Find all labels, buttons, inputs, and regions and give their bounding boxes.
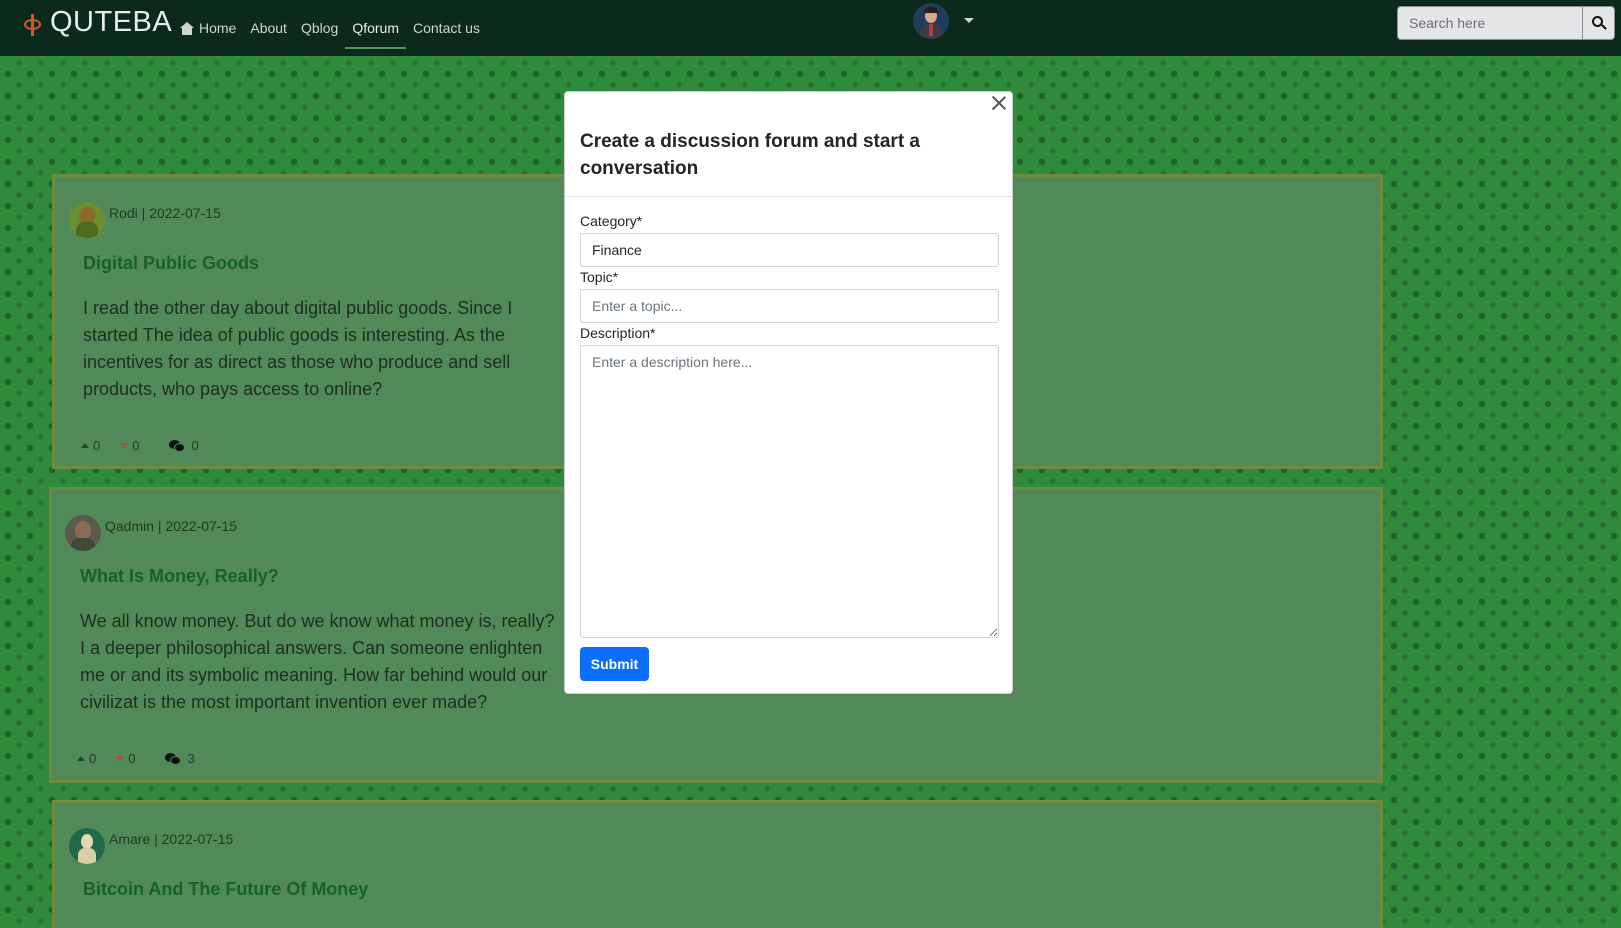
- search-box: [1397, 6, 1615, 40]
- nav-link-home-label: Home: [199, 20, 237, 36]
- nav-link-qforum[interactable]: Qforum: [345, 7, 406, 49]
- create-forum-modal: Create a discussion forum and start a co…: [564, 91, 1013, 694]
- modal-title: Create a discussion forum and start a co…: [580, 131, 920, 179]
- downvote-icon[interactable]: [120, 443, 129, 448]
- brand-name: QUTEBA: [50, 6, 173, 38]
- description-label: Description*: [580, 325, 656, 341]
- author-avatar: [69, 202, 105, 238]
- post-title[interactable]: Digital Public Goods: [83, 253, 259, 274]
- nav-link-home[interactable]: Home: [180, 7, 236, 49]
- forum-post: Amare | 2022-07-15 Bitcoin And The Futur…: [52, 800, 1383, 928]
- user-menu-caret-icon[interactable]: [964, 18, 974, 23]
- author-avatar: [69, 828, 105, 864]
- upvote-icon[interactable]: [77, 756, 85, 761]
- upvote-icon[interactable]: [81, 443, 89, 448]
- post-body: We all know money. But do we know what m…: [80, 611, 555, 712]
- post-author-date: Amare | 2022-07-15: [109, 831, 234, 847]
- post-actions: 0 0 0: [81, 438, 199, 453]
- upvote-count: 0: [89, 751, 97, 766]
- search-button[interactable]: [1582, 6, 1615, 40]
- author-avatar: [65, 515, 101, 551]
- category-field[interactable]: [580, 233, 999, 267]
- brand-icon: [20, 12, 46, 38]
- category-label: Category*: [580, 213, 643, 229]
- post-author-date: Qadmin | 2022-07-15: [105, 518, 238, 534]
- modal-divider: [565, 196, 1012, 197]
- downvote-count: 0: [132, 438, 140, 453]
- user-avatar[interactable]: [913, 3, 949, 39]
- post-title[interactable]: What Is Money, Really?: [80, 566, 279, 587]
- comment-count: 0: [191, 438, 199, 453]
- downvote-icon[interactable]: [116, 756, 125, 761]
- post-body: I read the other day about digital publi…: [83, 298, 513, 399]
- home-icon: [180, 21, 194, 35]
- topic-label: Topic*: [580, 269, 619, 285]
- nav-links: Home About Qblog Qforum Contact us: [180, 0, 494, 56]
- close-icon[interactable]: [990, 94, 1008, 112]
- top-navbar: QUTEBA Home About Qblog Qforum Contact u…: [0, 0, 1621, 56]
- post-meta: Qadmin | 2022-07-15: [65, 515, 237, 551]
- nav-link-contact[interactable]: Contact us: [413, 7, 480, 49]
- search-input[interactable]: [1397, 6, 1582, 40]
- post-meta: Amare | 2022-07-15: [69, 828, 233, 864]
- comments-icon[interactable]: [165, 752, 182, 765]
- brand-logo-link[interactable]: QUTEBA: [20, 6, 172, 39]
- comments-icon[interactable]: [169, 439, 186, 452]
- topic-field[interactable]: [580, 289, 999, 323]
- nav-link-about[interactable]: About: [250, 7, 287, 49]
- post-title[interactable]: Bitcoin And The Future Of Money: [83, 879, 368, 900]
- post-meta: Rodi | 2022-07-15: [69, 202, 221, 238]
- downvote-count: 0: [128, 751, 136, 766]
- comment-count: 3: [187, 751, 195, 766]
- nav-link-qblog[interactable]: Qblog: [301, 7, 338, 49]
- description-field[interactable]: [580, 345, 999, 638]
- upvote-count: 0: [93, 438, 101, 453]
- post-actions: 0 0 3: [77, 751, 195, 766]
- submit-button[interactable]: Submit: [580, 647, 649, 681]
- post-author-date: Rodi | 2022-07-15: [109, 205, 221, 221]
